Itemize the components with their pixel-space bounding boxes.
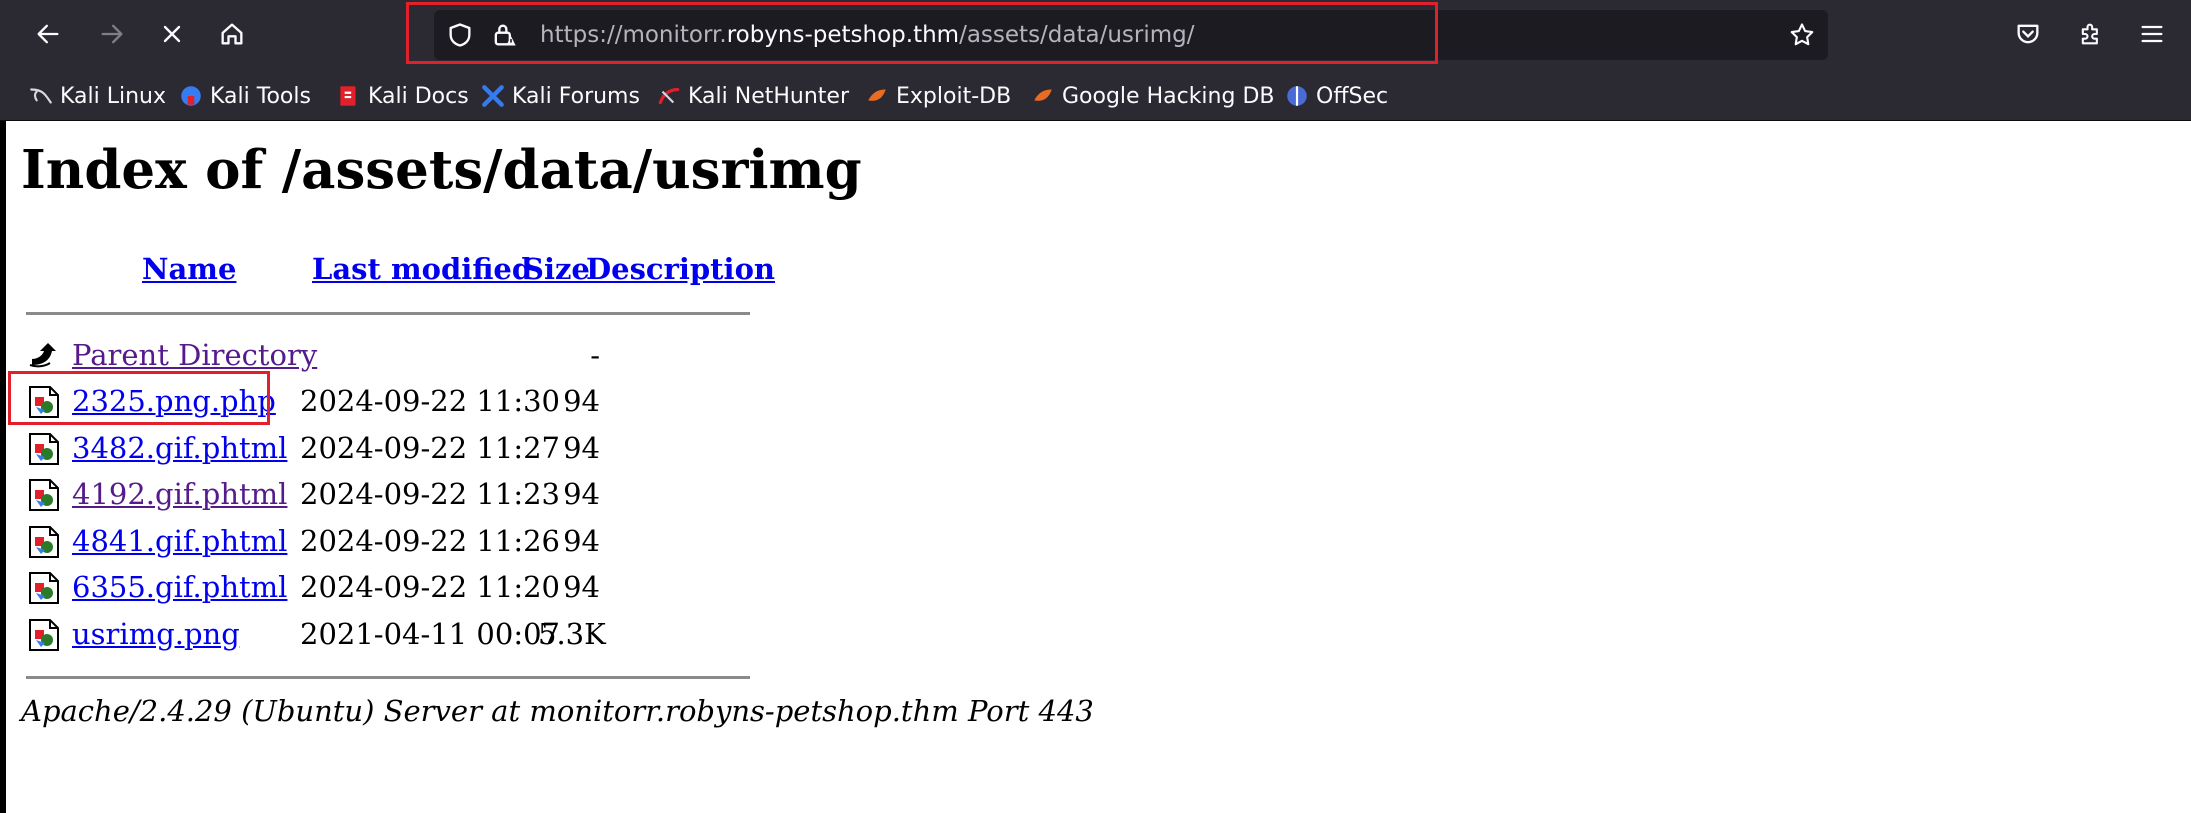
extensions-button[interactable]	[2067, 10, 2115, 58]
url-text[interactable]: https://monitorr.robyns-petshop.thm/asse…	[540, 10, 1195, 60]
file-row: 6355.gif.phtml 2024-09-22 11:20 94	[28, 567, 600, 607]
bookmark-label: Kali NetHunter	[688, 83, 849, 109]
back-button[interactable]	[24, 10, 72, 58]
puzzle-icon	[2081, 23, 2098, 45]
bookmark-label: Kali Linux	[60, 83, 167, 109]
file-modified: 2024-09-22 11:27	[300, 431, 560, 465]
parent-directory-row: Parent Directory -	[28, 335, 600, 375]
bookmark-google-hacking-db[interactable]: Google Hacking DB	[1030, 72, 1274, 120]
image-file-icon	[29, 572, 59, 604]
file-modified: 2024-09-22 11:20	[300, 570, 560, 604]
bookmark-kali-linux[interactable]: Kali Linux	[28, 72, 166, 120]
home-button[interactable]	[208, 10, 256, 58]
file-modified: 2024-09-22 11:23	[300, 477, 560, 511]
shield-icon[interactable]	[446, 21, 474, 49]
image-file-icon	[29, 526, 59, 558]
kali-docs-icon	[340, 86, 356, 106]
home-icon	[221, 23, 243, 45]
column-header-description[interactable]: Description	[586, 252, 775, 286]
file-row: usrimg.png 2021-04-11 00:07 5.3K	[28, 614, 606, 654]
bookmark-label: Kali Forums	[512, 83, 640, 109]
file-link[interactable]: 4192.gif.phtml	[72, 474, 287, 514]
bookmark-label: Kali Docs	[368, 83, 469, 109]
arrow-right-icon	[101, 24, 123, 44]
table-top-divider	[26, 312, 750, 315]
arrow-left-icon	[37, 24, 59, 44]
star-icon[interactable]	[1788, 21, 1816, 49]
back-arrow-icon	[29, 343, 56, 368]
image-file-icon	[29, 386, 59, 418]
column-header-name[interactable]: Name	[142, 252, 236, 286]
bookmark-kali-docs[interactable]: Kali Docs	[336, 72, 469, 120]
bookmark-kali-nethunter[interactable]: Kali NetHunter	[656, 72, 849, 120]
file-row: 4192.gif.phtml 2024-09-22 11:23 94	[28, 474, 600, 514]
bookmarks-toolbar: Kali Linux Kali Tools Kali Docs Kali For…	[0, 72, 2191, 121]
lock-warning-icon[interactable]	[490, 21, 518, 49]
browser-toolbar: https://monitorr.robyns-petshop.thm/asse…	[0, 0, 2191, 72]
kali-forums-icon	[482, 85, 504, 107]
server-signature: Apache/2.4.29 (Ubuntu) Server at monitor…	[21, 694, 1094, 728]
bookmark-kali-tools[interactable]: Kali Tools	[178, 72, 311, 120]
image-file-icon	[29, 433, 59, 465]
kali-dragon-icon	[30, 88, 52, 104]
file-link[interactable]: 3482.gif.phtml	[72, 428, 287, 468]
image-file-icon	[29, 619, 59, 651]
forward-button[interactable]	[88, 10, 136, 58]
file-row: 3482.gif.phtml 2024-09-22 11:27 94	[28, 428, 600, 468]
file-size: 94	[563, 524, 600, 558]
image-file-icon	[29, 479, 59, 511]
stop-button[interactable]	[148, 10, 196, 58]
file-size: 5.3K	[538, 617, 606, 651]
url-domain: robyns-petshop.thm	[726, 22, 960, 48]
close-icon	[163, 25, 181, 43]
file-modified: 2021-04-11 00:07	[300, 617, 560, 651]
bookmark-label: OffSec	[1316, 83, 1389, 109]
file-size: 94	[563, 570, 600, 604]
bookmark-kali-forums[interactable]: Kali Forums	[480, 72, 640, 120]
parent-size: -	[590, 338, 600, 372]
hamburger-menu-icon	[2141, 25, 2163, 43]
bookmark-exploit-db[interactable]: Exploit-DB	[864, 72, 1011, 120]
exploit-db-icon	[868, 89, 886, 101]
bookmark-offsec[interactable]: OffSec	[1284, 72, 1388, 120]
table-bottom-divider	[26, 676, 750, 679]
file-link[interactable]: 4841.gif.phtml	[72, 521, 287, 561]
file-size: 94	[563, 477, 600, 511]
url-path: /assets/data/usrimg/	[959, 22, 1195, 48]
address-bar[interactable]: https://monitorr.robyns-petshop.thm/asse…	[434, 10, 1828, 60]
file-row: 4841.gif.phtml 2024-09-22 11:26 94	[28, 521, 600, 561]
page-title: Index of /assets/data/usrimg	[21, 139, 862, 201]
bookmark-label: Exploit-DB	[896, 83, 1012, 109]
file-size: 94	[563, 384, 600, 418]
file-link[interactable]: usrimg.png	[72, 614, 240, 654]
ghdb-icon	[1034, 89, 1052, 101]
url-prefix: https://monitorr.	[540, 22, 727, 48]
pocket-icon	[2017, 24, 2039, 44]
file-modified: 2024-09-22 11:30	[300, 384, 560, 418]
file-row: 2325.png.php 2024-09-22 11:30 94	[28, 381, 600, 421]
file-link[interactable]: 6355.gif.phtml	[72, 567, 287, 607]
file-modified: 2024-09-22 11:26	[300, 524, 560, 558]
bookmark-label: Google Hacking DB	[1062, 83, 1275, 109]
column-header-last-modified[interactable]: Last modified	[312, 252, 532, 286]
bookmark-label: Kali Tools	[210, 83, 311, 109]
file-link[interactable]: 2325.png.php	[72, 381, 276, 421]
menu-button[interactable]	[2128, 10, 2176, 58]
kali-tools-icon	[181, 86, 201, 106]
page-content: Index of /assets/data/usrimg Name Last m…	[0, 121, 2191, 813]
pocket-button[interactable]	[2004, 10, 2052, 58]
nethunter-icon	[658, 87, 680, 105]
column-header-size[interactable]: Size	[523, 252, 590, 286]
offsec-icon	[1287, 86, 1307, 106]
file-size: 94	[563, 431, 600, 465]
parent-directory-link[interactable]: Parent Directory	[72, 335, 317, 375]
